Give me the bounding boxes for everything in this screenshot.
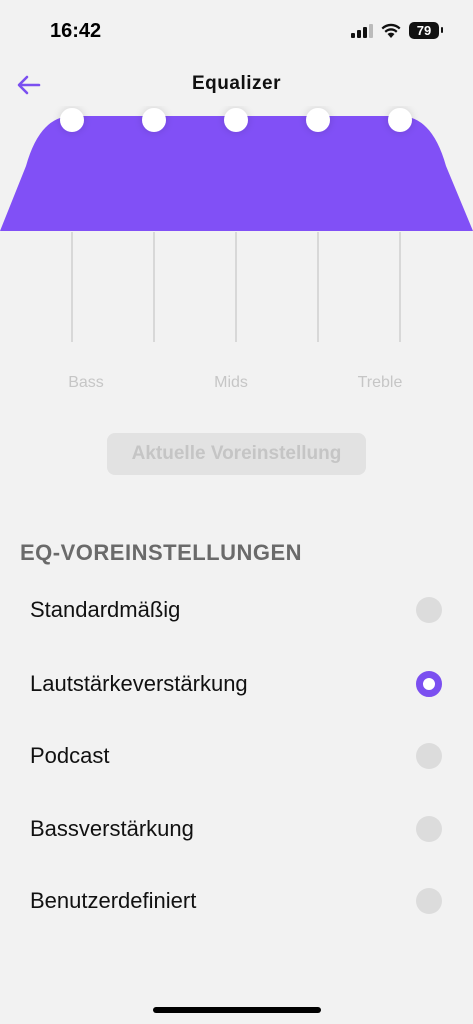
eq-band-handle[interactable]	[60, 108, 84, 132]
radio-button[interactable]	[416, 816, 442, 842]
status-icons: 79	[351, 22, 443, 39]
preset-item-bass-boost[interactable]: Bassverstärkung	[0, 804, 473, 854]
cellular-signal-icon	[351, 23, 373, 38]
battery-icon: 79	[409, 22, 443, 39]
wifi-icon	[381, 23, 401, 38]
eq-band-handle[interactable]	[142, 108, 166, 132]
eq-label-bass: Bass	[68, 374, 104, 391]
current-preset-button[interactable]: Aktuelle Voreinstellung	[107, 433, 366, 475]
radio-button-selected[interactable]	[416, 671, 442, 697]
preset-item-volume-boost[interactable]: Lautstärkeverstärkung	[0, 659, 473, 709]
home-indicator[interactable]	[153, 1007, 321, 1013]
header: Equalizer	[0, 62, 473, 106]
preset-item-podcast[interactable]: Podcast	[0, 731, 473, 781]
eq-band-handle[interactable]	[388, 108, 412, 132]
radio-button[interactable]	[416, 743, 442, 769]
preset-item-custom[interactable]: Benutzerdefiniert	[0, 876, 473, 926]
preset-label: Bassverstärkung	[30, 816, 194, 841]
preset-label: Benutzerdefiniert	[30, 888, 197, 913]
radio-button[interactable]	[416, 597, 442, 623]
status-time: 16:42	[50, 20, 102, 42]
preset-item-standard[interactable]: Standardmäßig	[0, 585, 473, 635]
radio-button[interactable]	[416, 888, 442, 914]
eq-band-handle[interactable]	[306, 108, 330, 132]
eq-label-mids: Mids	[214, 374, 248, 391]
status-bar: 16:42 79	[0, 0, 473, 60]
preset-label: Podcast	[30, 743, 110, 768]
eq-label-treble: Treble	[357, 374, 403, 391]
eq-band-handle[interactable]	[224, 108, 248, 132]
preset-label: Lautstärkeverstärkung	[30, 671, 248, 696]
eq-curve-fill	[0, 116, 473, 231]
page-title: Equalizer	[192, 73, 281, 94]
preset-label: Standardmäßig	[30, 597, 181, 622]
section-title: EQ-VOREINSTELLUNGEN	[20, 540, 303, 565]
equalizer-graph: Bass Mids Treble	[0, 106, 473, 406]
